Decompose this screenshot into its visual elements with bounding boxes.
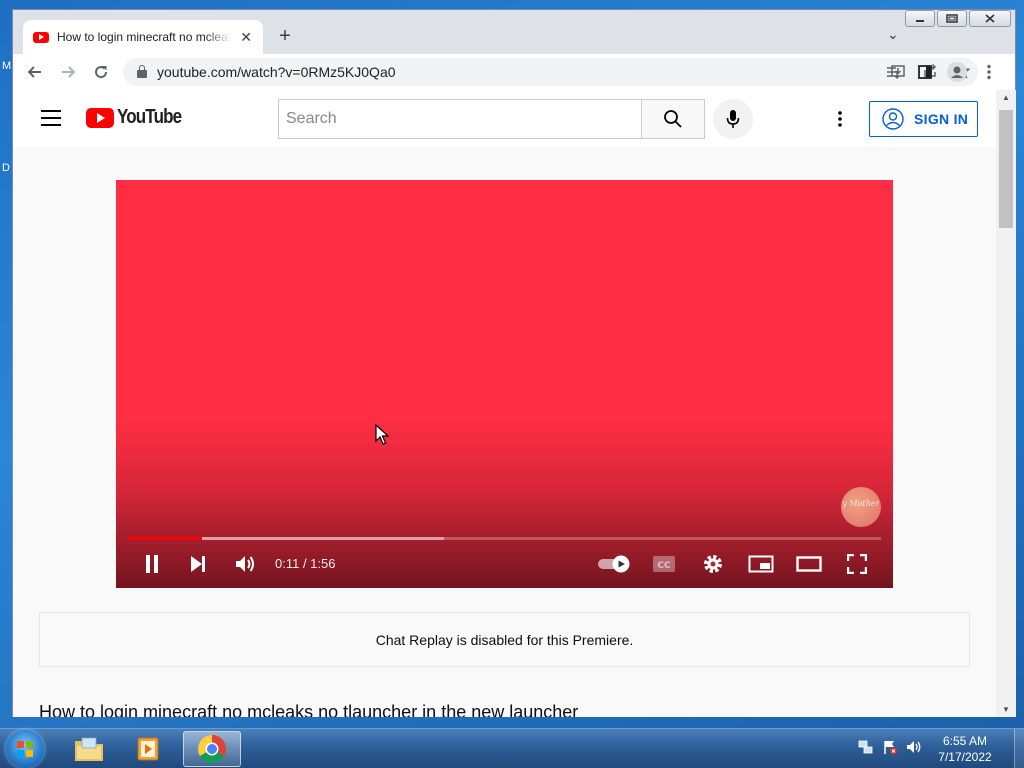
back-icon[interactable] (21, 54, 49, 90)
theater-mode-icon (796, 556, 822, 572)
youtube-logo[interactable]: YouTube (86, 106, 193, 129)
new-tab-button[interactable]: + (275, 24, 295, 48)
volume-icon (236, 556, 254, 572)
search-placeholder: Search (286, 110, 337, 127)
volume-tray-icon[interactable] (906, 739, 922, 760)
minimize-button[interactable] (905, 10, 935, 27)
happy-mothers-day-watermark-icon: Happy Mothers Day (843, 499, 879, 508)
scroll-thumb[interactable] (999, 110, 1013, 228)
windows-explorer-icon[interactable] (60, 731, 118, 767)
fullscreen-icon (847, 554, 867, 574)
search-button[interactable] (641, 99, 705, 139)
page-viewport: YouTube Search SIGN IN Mother 0:11 / 1:5… (13, 90, 996, 717)
tab-close-icon[interactable]: ✕ (239, 29, 253, 46)
scroll-up-icon[interactable]: ▲ (996, 93, 1016, 102)
youtube-header: YouTube Search SIGN IN (13, 90, 996, 147)
taskbar-clock[interactable]: 6:55 AM 7/17/2022 (932, 733, 998, 765)
sign-in-button[interactable]: SIGN IN (869, 101, 978, 137)
browser-tab[interactable]: How to login minecraft no mcleaks no tla… (23, 20, 263, 54)
url-text[interactable]: youtube.com/watch?v=0RMz5KJ0Qa0 (157, 64, 396, 80)
chat-replay-panel: Chat Replay is disabled for this Premier… (39, 612, 970, 667)
profile-icon[interactable] (943, 54, 971, 90)
tab-search-chevron-icon[interactable]: ⌄ (887, 26, 899, 43)
desktop-edge-text: M (2, 60, 12, 72)
autoplay-toggle[interactable] (594, 551, 634, 577)
search-icon (664, 110, 682, 128)
media-player-icon[interactable] (121, 731, 179, 767)
microphone-icon (726, 110, 740, 128)
browser-window: How to login minecraft no mcleaks no tla… (12, 9, 1016, 717)
closed-captions-icon: CC (653, 556, 675, 572)
voice-search-button[interactable] (713, 99, 753, 139)
side-panel-icon[interactable] (911, 54, 939, 90)
time-display: 0:11 / 1:56 (275, 556, 336, 571)
next-icon (191, 556, 205, 572)
fullscreen-button[interactable] (844, 551, 870, 577)
video-player[interactable]: Happy Mothers Day 0:11 / 1:56 CC (116, 180, 893, 588)
captions-button[interactable]: CC (650, 551, 678, 577)
miniplayer-icon (748, 555, 774, 573)
mouse-cursor-icon (375, 424, 389, 445)
desktop-edge-text: D (2, 162, 10, 174)
reading-list-icon[interactable] (879, 54, 907, 90)
video-title: How to login minecraft no mcleaks no tla… (39, 702, 579, 717)
theater-mode-button[interactable] (794, 551, 824, 577)
pause-button[interactable] (138, 551, 166, 577)
chrome-icon[interactable] (183, 731, 241, 767)
youtube-logo-text: YouTube (117, 106, 182, 128)
svg-text:CC: CC (657, 561, 671, 571)
lock-icon[interactable] (137, 65, 147, 78)
address-bar[interactable]: youtube.com/watch?v=0RMz5KJ0Qa0 (123, 58, 978, 86)
clock-time: 6:55 AM (942, 734, 988, 748)
youtube-favicon-icon (33, 31, 49, 43)
settings-button[interactable] (699, 551, 727, 577)
next-button[interactable] (184, 551, 212, 577)
youtube-play-logo-icon (86, 107, 114, 128)
clock-date: 7/17/2022 (938, 750, 992, 764)
menu-icon[interactable] (975, 54, 1003, 90)
tab-title: How to login minecraft no mcleaks no tla… (57, 30, 232, 44)
channel-watermark[interactable]: Happy Mothers Day (841, 487, 881, 527)
tab-strip: How to login minecraft no mcleaks no tla… (13, 10, 1015, 54)
pause-icon (146, 555, 158, 573)
system-tray: 6:55 AM 7/17/2022 (858, 729, 1024, 768)
svg-text:Happy Mothers Day: Happy Mothers Day (843, 499, 879, 508)
autoplay-toggle-icon (598, 555, 630, 573)
guide-menu-icon[interactable] (41, 110, 61, 126)
page-scrollbar[interactable]: ▲ ▼ (996, 90, 1016, 717)
mute-button[interactable] (231, 551, 259, 577)
settings-more-icon[interactable] (828, 107, 852, 131)
forward-icon[interactable] (54, 54, 82, 90)
taskbar: 6:55 AM 7/17/2022 (0, 728, 1024, 768)
search-input[interactable]: Search (278, 99, 642, 139)
maximize-button[interactable] (937, 10, 967, 27)
start-button[interactable] (6, 730, 44, 768)
reload-icon[interactable] (87, 54, 115, 90)
scroll-down-icon[interactable]: ▼ (996, 705, 1016, 714)
progress-bar[interactable] (128, 537, 881, 540)
played-bar (128, 537, 202, 540)
chat-replay-message: Chat Replay is disabled for this Premier… (375, 631, 634, 648)
show-desktop-button[interactable] (1014, 729, 1024, 768)
browser-toolbar: youtube.com/watch?v=0RMz5KJ0Qa0 (13, 54, 1015, 90)
action-center-flag-icon[interactable] (882, 739, 898, 760)
network-icon[interactable] (858, 739, 874, 760)
miniplayer-button[interactable] (746, 551, 776, 577)
window-controls (905, 10, 1011, 27)
account-icon (882, 108, 904, 130)
gear-icon (704, 555, 722, 573)
sign-in-label: SIGN IN (914, 111, 969, 127)
close-window-button[interactable] (969, 10, 1011, 27)
